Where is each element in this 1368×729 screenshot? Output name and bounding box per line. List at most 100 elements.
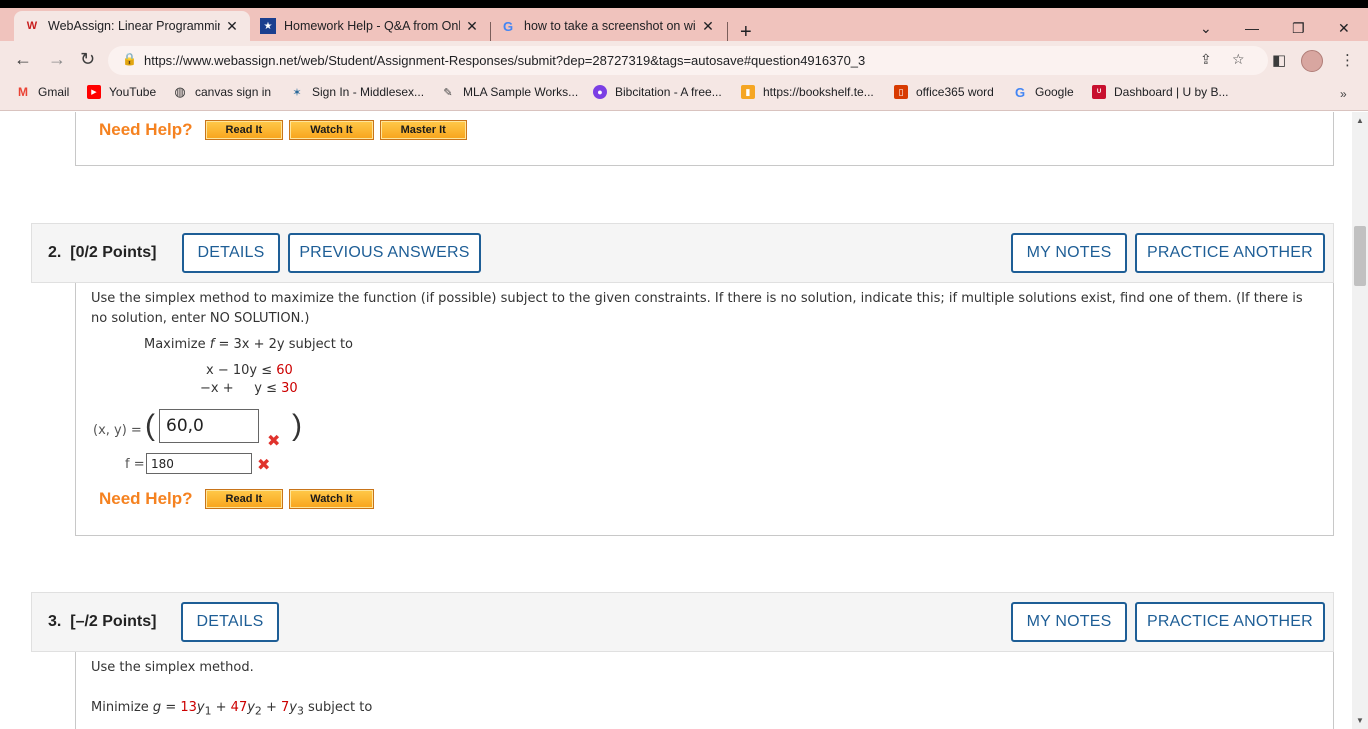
bookmark-label: MLA Sample Works... xyxy=(463,85,579,99)
bookmark-label: Gmail xyxy=(38,85,70,99)
question-2-header: 2. [0/2 Points] DETAILS PREVIOUS ANSWERS… xyxy=(31,223,1334,283)
practice-another-button[interactable]: PRACTICE ANOTHER xyxy=(1135,602,1325,642)
side-panel-icon[interactable]: ◧ xyxy=(1272,51,1286,69)
xy-answer-input[interactable]: 60,0 xyxy=(159,409,259,443)
avatar[interactable] xyxy=(1301,50,1323,72)
star-icon: ★ xyxy=(260,18,276,34)
bookmark-youtube[interactable]: ▶ YouTube xyxy=(87,85,156,99)
close-icon[interactable]: ✕ xyxy=(464,18,480,35)
share-icon[interactable]: ⇪ xyxy=(1200,51,1212,68)
need-help-q1: Need Help? Read It Watch It Master It xyxy=(99,120,473,140)
open-paren: ( xyxy=(145,409,155,442)
bookmark-label: canvas sign in xyxy=(195,85,272,99)
master-it-button[interactable]: Master It xyxy=(379,120,467,140)
bookmark-middlesex[interactable]: ✶ Sign In - Middlesex... xyxy=(290,85,424,99)
youtube-icon: ▶ xyxy=(87,85,101,99)
watch-it-button[interactable]: Watch It xyxy=(289,489,374,509)
bookmark-gmail[interactable]: M Gmail xyxy=(16,85,69,99)
bookmark-canvas[interactable]: ◍ canvas sign in xyxy=(173,84,272,99)
lock-icon: 🔒 xyxy=(122,52,137,66)
bookmark-bookshelf[interactable]: ▮ https://bookshelf.te... xyxy=(741,85,874,99)
close-icon[interactable]: ✕ xyxy=(224,18,240,35)
tab-webassign[interactable]: W WebAssign: Linear Programming ✕ xyxy=(14,11,250,41)
bibcitation-icon: ● xyxy=(593,85,607,99)
close-icon[interactable]: ✕ xyxy=(700,18,716,35)
page-scrollbar[interactable]: ▲ ▼ xyxy=(1352,112,1368,729)
need-help-label: Need Help? xyxy=(99,489,193,508)
tab-title: Homework Help - Q&A from Onl xyxy=(284,19,460,33)
details-button[interactable]: DETAILS xyxy=(182,233,280,273)
bookshelf-icon: ▮ xyxy=(741,85,755,99)
bookmarks-overflow-icon[interactable]: » xyxy=(1340,87,1347,101)
tab-separator xyxy=(727,22,728,42)
back-icon[interactable]: ← xyxy=(14,49,32,70)
incorrect-x-icon: ✖ xyxy=(267,433,281,450)
question-2-title: 2. [0/2 Points] xyxy=(48,244,157,261)
window-top-edge xyxy=(0,0,1368,8)
question-prompt-line-2: no solution, enter NO SOLUTION.) xyxy=(91,311,310,326)
need-help-label: Need Help? xyxy=(99,120,193,139)
question-3-header: 3. [–/2 Points] DETAILS MY NOTES PRACTIC… xyxy=(31,592,1334,652)
f-answer-input[interactable]: 180 xyxy=(146,453,252,474)
address-bar[interactable]: 🔒 https://www.webassign.net/web/Student/… xyxy=(108,46,1268,75)
bookmark-google[interactable]: G Google xyxy=(1013,84,1074,100)
bookmark-label: YouTube xyxy=(109,85,157,99)
question-2-body: Use the simplex method to maximize the f… xyxy=(75,283,1334,536)
gmail-icon: M xyxy=(18,85,28,99)
constraint-1: x − 10y ≤ 60 xyxy=(206,363,293,378)
webassign-icon: W xyxy=(26,20,38,32)
bookmark-label: Sign In - Middlesex... xyxy=(312,85,425,99)
bookmark-label: Bibcitation - A free... xyxy=(615,85,722,99)
read-it-button[interactable]: Read It xyxy=(204,120,284,140)
bookmark-bibcitation[interactable]: ● Bibcitation - A free... xyxy=(593,85,722,99)
browser-toolbar: ← → ↻ 🔒 https://www.webassign.net/web/St… xyxy=(0,41,1368,79)
restore-icon[interactable]: ❐ xyxy=(1292,20,1305,37)
bookmark-office365[interactable]: ▯ office365 word xyxy=(894,85,994,99)
close-window-icon[interactable]: ✕ xyxy=(1338,20,1350,37)
f-label: f = xyxy=(125,457,145,472)
question-1-body: Need Help? Read It Watch It Master It xyxy=(75,112,1334,166)
incorrect-x-icon: ✖ xyxy=(257,457,271,474)
question-prompt: Use the simplex method to maximize the f… xyxy=(91,291,1303,306)
watch-it-button[interactable]: Watch It xyxy=(289,120,374,140)
tab-homework-help[interactable]: ★ Homework Help - Q&A from Onl ✕ xyxy=(250,11,490,41)
scroll-up-icon[interactable]: ▲ xyxy=(1356,116,1364,125)
tab-title: how to take a screenshot on wind xyxy=(524,19,696,33)
bookmark-label: https://bookshelf.te... xyxy=(763,85,874,99)
bookmark-ubyb[interactable]: U Dashboard | U by B... xyxy=(1092,85,1229,99)
google-icon: G xyxy=(1014,84,1026,100)
reload-icon[interactable]: ↻ xyxy=(80,49,95,70)
minimize-icon[interactable]: — xyxy=(1245,20,1259,36)
mla-icon: ✎ xyxy=(443,86,453,99)
objective-line: Minimize g = 13y1 + 47y2 + 7y3 subject t… xyxy=(91,700,373,718)
menu-kebab-icon[interactable]: ⋮ xyxy=(1340,51,1355,69)
globe-icon: ◍ xyxy=(174,84,186,99)
scroll-down-icon[interactable]: ▼ xyxy=(1356,716,1364,725)
tab-title: WebAssign: Linear Programming xyxy=(48,19,220,33)
practice-another-button[interactable]: PRACTICE ANOTHER xyxy=(1135,233,1325,273)
forward-icon[interactable]: → xyxy=(48,49,66,70)
bookmark-mla[interactable]: ✎ MLA Sample Works... xyxy=(441,85,578,99)
bookmark-label: Dashboard | U by B... xyxy=(1114,85,1229,99)
scrollbar-thumb[interactable] xyxy=(1354,226,1366,286)
my-notes-button[interactable]: MY NOTES xyxy=(1011,233,1127,273)
bookmark-star-icon[interactable]: ☆ xyxy=(1232,51,1245,68)
read-it-button[interactable]: Read It xyxy=(204,489,284,509)
my-notes-button[interactable]: MY NOTES xyxy=(1011,602,1127,642)
need-help-q2: Need Help? Read It Watch It xyxy=(99,489,380,509)
bookmark-label: Google xyxy=(1035,85,1074,99)
details-button[interactable]: DETAILS xyxy=(181,602,279,642)
ubyb-icon: U xyxy=(1092,85,1106,99)
page-viewport: Need Help? Read It Watch It Master It 2.… xyxy=(0,112,1352,729)
constraint-2: −x + y ≤ 30 xyxy=(200,381,298,396)
tab-google-search[interactable]: G how to take a screenshot on wind ✕ xyxy=(490,11,726,41)
tab-strip: W WebAssign: Linear Programming ✕ ★ Home… xyxy=(0,8,1368,43)
close-paren: ) xyxy=(292,409,302,442)
question-3-body: Use the simplex method. Minimize g = 13y… xyxy=(75,652,1334,729)
url-text[interactable]: https://www.webassign.net/web/Student/As… xyxy=(144,53,865,68)
xy-label: (x, y) = xyxy=(93,423,142,438)
previous-answers-button[interactable]: PREVIOUS ANSWERS xyxy=(288,233,481,273)
tab-search-icon[interactable]: ⌄ xyxy=(1200,20,1212,37)
bookmarks-bar: M Gmail ▶ YouTube ◍ canvas sign in ✶ Sign In… xyxy=(0,79,1368,111)
question-3-title: 3. [–/2 Points] xyxy=(48,613,157,630)
